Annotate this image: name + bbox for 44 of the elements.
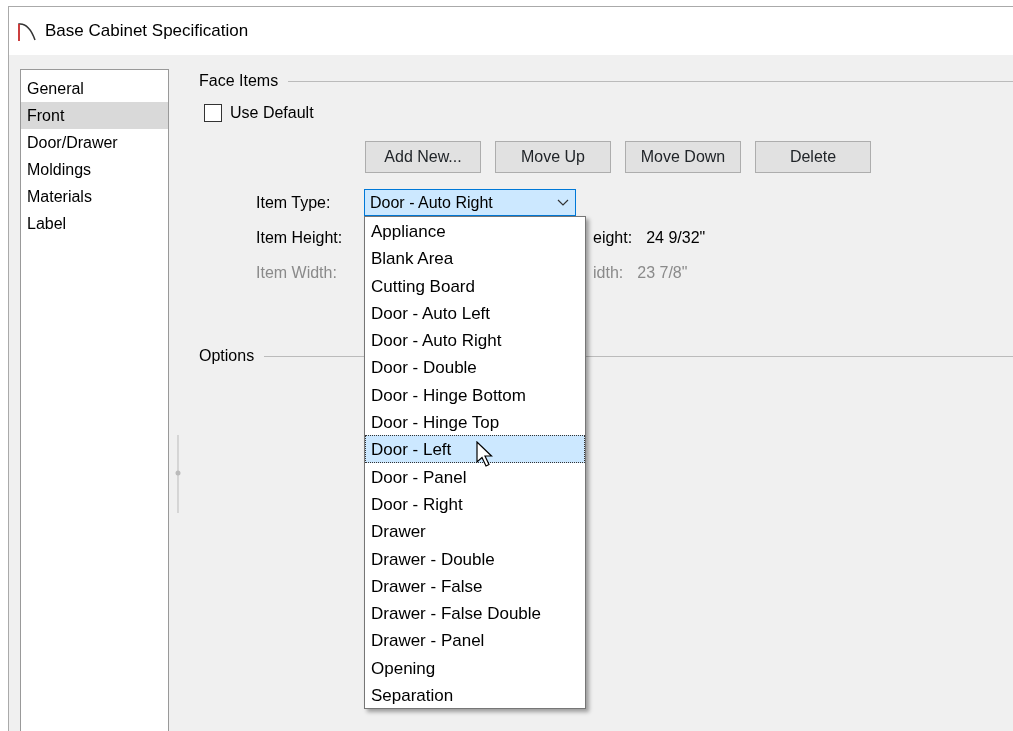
readout-value: 23 7/8" bbox=[637, 262, 688, 283]
mouse-pointer-icon bbox=[476, 441, 493, 468]
push-button[interactable]: Add New... bbox=[365, 141, 481, 173]
dropdown-option[interactable]: Drawer - False bbox=[365, 571, 585, 600]
sidebar-item[interactable]: Moldings bbox=[21, 156, 168, 183]
readout-label: eight: bbox=[593, 227, 633, 248]
arch-icon bbox=[17, 20, 37, 42]
dropdown-value: Door - Auto Right bbox=[370, 192, 493, 213]
dropdown-option[interactable]: Door - Auto Left bbox=[365, 298, 585, 327]
dropdown-option[interactable]: Appliance bbox=[365, 217, 585, 245]
sidebar-item[interactable]: General bbox=[21, 75, 168, 102]
sidebar-item[interactable]: Label bbox=[21, 210, 168, 237]
dropdown-option[interactable]: Door - Hinge Bottom bbox=[365, 380, 585, 409]
field-label: Item Type: bbox=[256, 192, 332, 213]
dropdown-option[interactable]: Opening bbox=[365, 653, 585, 682]
dropdown-option[interactable]: Door - Hinge Top bbox=[365, 408, 585, 436]
dropdown-option[interactable]: Door - Right bbox=[365, 489, 585, 518]
dropdown-option[interactable]: Door - Double bbox=[365, 353, 585, 381]
push-button[interactable]: Move Up bbox=[495, 141, 611, 173]
dropdown-option[interactable]: Drawer bbox=[365, 517, 585, 545]
readout-label: idth: bbox=[593, 262, 624, 283]
sidebar-item[interactable]: Front bbox=[21, 102, 168, 129]
checkbox[interactable] bbox=[204, 104, 222, 122]
splitter-handle-icon bbox=[174, 435, 182, 513]
sidebar-item[interactable]: Materials bbox=[21, 183, 168, 210]
dropdown-option[interactable]: Door - Auto Right bbox=[365, 326, 585, 354]
dropdown-option[interactable]: Door - Panel bbox=[365, 462, 585, 490]
field-label: Item Height: bbox=[256, 227, 344, 248]
group-label: Options bbox=[199, 346, 255, 366]
dropdown-option[interactable]: Separation bbox=[365, 681, 585, 709]
dropdown-option[interactable]: Drawer - False Double bbox=[365, 599, 585, 627]
chevron-down-icon bbox=[557, 198, 569, 207]
dropdown-option[interactable]: Blank Area bbox=[365, 244, 585, 272]
push-button[interactable]: Delete bbox=[755, 141, 871, 173]
readout-value: 24 9/32" bbox=[646, 227, 706, 248]
dropdown-option[interactable]: Cutting Board bbox=[365, 271, 585, 299]
push-button[interactable]: Move Down bbox=[625, 141, 741, 173]
dropdown-option[interactable]: Drawer - Double bbox=[365, 544, 585, 572]
field-label: Item Width: bbox=[256, 262, 338, 283]
group-label: Face Items bbox=[199, 71, 279, 91]
dropdown-option[interactable]: Drawer - Panel bbox=[365, 626, 585, 654]
sidebar-item[interactable]: Door/Drawer bbox=[21, 129, 168, 156]
checkbox-label: Use Default bbox=[230, 103, 314, 123]
window-title: Base Cabinet Specification bbox=[45, 20, 249, 43]
